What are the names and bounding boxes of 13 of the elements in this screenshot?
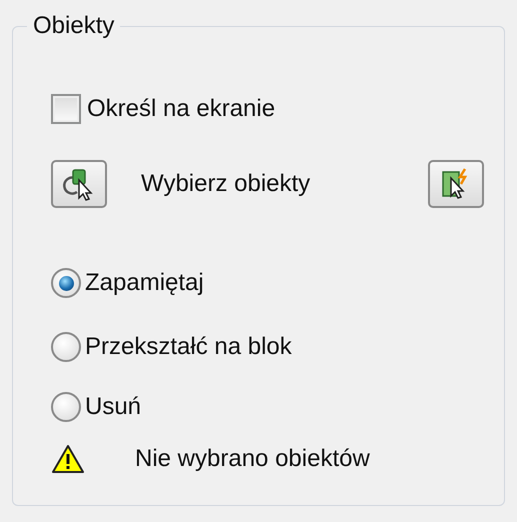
- radio-button[interactable]: [51, 332, 81, 362]
- radio-label[interactable]: Usuń: [85, 393, 142, 421]
- warning-icon: [51, 444, 85, 474]
- radio-button[interactable]: [51, 392, 81, 422]
- checkbox-label[interactable]: Określ na ekranie: [87, 95, 276, 123]
- select-objects-button[interactable]: [51, 160, 107, 208]
- radio-label[interactable]: Zapamiętaj: [85, 269, 204, 297]
- select-objects-label: Wybierz obiekty: [141, 170, 312, 198]
- quick-select-button[interactable]: [428, 160, 484, 208]
- checkbox[interactable]: [51, 94, 81, 124]
- radio-button[interactable]: [51, 268, 81, 298]
- status-message: Nie wybrano obiektów: [135, 445, 370, 473]
- radio-label[interactable]: Przekształć na blok: [85, 333, 292, 361]
